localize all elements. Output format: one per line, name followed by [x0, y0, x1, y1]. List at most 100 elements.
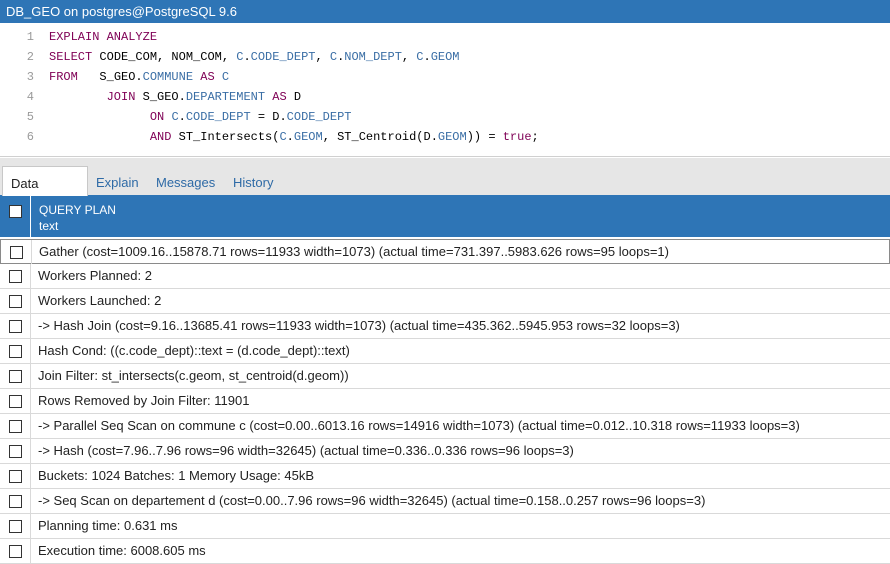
- code-token: DEPARTEMENT: [185, 90, 266, 104]
- code-token: NOM_DEPT: [344, 50, 402, 64]
- query-plan-cell[interactable]: Execution time: 6008.605 ms: [38, 539, 206, 563]
- code-token: AS: [272, 90, 287, 104]
- row-select-cell: [0, 414, 31, 438]
- code-token: ST_Intersects(: [171, 130, 280, 144]
- row-checkbox[interactable]: [10, 246, 23, 259]
- panel-splitter[interactable]: [0, 158, 890, 166]
- code-line: ON C.CODE_DEPT = D.CODE_DEPT: [49, 107, 539, 127]
- code-token: S_GEO.: [135, 90, 186, 104]
- row-checkbox[interactable]: [9, 495, 22, 508]
- row-checkbox[interactable]: [9, 295, 22, 308]
- column-header-type: text: [39, 219, 59, 233]
- code-token: GEOM: [293, 130, 323, 144]
- query-plan-cell[interactable]: Hash Cond: ((c.code_dept)::text = (d.cod…: [38, 339, 350, 363]
- column-header-name[interactable]: QUERY PLAN: [39, 203, 116, 217]
- table-row[interactable]: -> Parallel Seq Scan on commune c (cost=…: [0, 414, 890, 439]
- code-token: CODE_DEPT: [286, 110, 352, 124]
- table-row[interactable]: -> Hash Join (cost=9.16..13685.41 rows=1…: [0, 314, 890, 339]
- code-token: COMMUNE: [142, 70, 194, 84]
- code-token: AS: [200, 70, 215, 84]
- code-token: .: [178, 110, 186, 124]
- row-checkbox[interactable]: [9, 545, 22, 558]
- line-number: 2: [26, 50, 34, 64]
- row-checkbox[interactable]: [9, 520, 22, 533]
- query-plan-cell[interactable]: Planning time: 0.631 ms: [38, 514, 177, 538]
- row-select-cell: [0, 339, 31, 363]
- tab-explain[interactable]: Explain: [96, 166, 139, 196]
- table-row[interactable]: Rows Removed by Join Filter: 11901: [0, 389, 890, 414]
- row-checkbox[interactable]: [9, 470, 22, 483]
- code-token: JOIN: [106, 90, 136, 104]
- table-row[interactable]: -> Hash (cost=7.96..7.96 rows=96 width=3…: [0, 439, 890, 464]
- code-token: = D.: [250, 110, 287, 124]
- row-select-cell: [0, 289, 31, 313]
- code-token: CODE_DEPT: [185, 110, 251, 124]
- line-number: 5: [26, 110, 34, 124]
- query-plan-cell[interactable]: Rows Removed by Join Filter: 11901: [38, 389, 249, 413]
- code-token: ,: [315, 50, 330, 64]
- query-plan-cell[interactable]: -> Parallel Seq Scan on commune c (cost=…: [38, 414, 800, 438]
- row-checkbox[interactable]: [9, 270, 22, 283]
- table-row[interactable]: Workers Planned: 2: [0, 264, 890, 289]
- table-row[interactable]: Execution time: 6008.605 ms: [0, 539, 890, 564]
- query-plan-cell[interactable]: -> Hash (cost=7.96..7.96 rows=96 width=3…: [38, 439, 574, 463]
- code-token: C: [171, 110, 179, 124]
- code-token: true: [502, 130, 532, 144]
- table-row[interactable]: Buckets: 1024 Batches: 1 Memory Usage: 4…: [0, 464, 890, 489]
- line-number: 3: [26, 70, 34, 84]
- query-plan-cell[interactable]: -> Seq Scan on departement d (cost=0.00.…: [38, 489, 705, 513]
- query-plan-cell[interactable]: Gather (cost=1009.16..15878.71 rows=1193…: [39, 240, 669, 264]
- table-row[interactable]: -> Seq Scan on departement d (cost=0.00.…: [0, 489, 890, 514]
- result-tabs: Data Output Explain Messages History: [0, 166, 890, 224]
- tab-messages[interactable]: Messages: [156, 166, 215, 196]
- row-checkbox[interactable]: [9, 345, 22, 358]
- row-checkbox[interactable]: [9, 420, 22, 433]
- code-token: AND: [149, 130, 172, 144]
- query-plan-cell[interactable]: Buckets: 1024 Batches: 1 Memory Usage: 4…: [38, 464, 314, 488]
- row-select-cell: [1, 240, 32, 264]
- row-select-cell: [0, 389, 31, 413]
- code-token: SELECT: [49, 50, 93, 64]
- table-row[interactable]: Workers Launched: 2: [0, 289, 890, 314]
- code-line: JOIN S_GEO.DEPARTEMENT AS D: [49, 87, 539, 107]
- row-checkbox[interactable]: [9, 370, 22, 383]
- table-row[interactable]: Hash Cond: ((c.code_dept)::text = (d.cod…: [0, 339, 890, 364]
- code-token: ON: [149, 110, 165, 124]
- table-row[interactable]: Planning time: 0.631 ms: [0, 514, 890, 539]
- code-token: ;: [531, 130, 539, 144]
- row-select-cell: [0, 439, 31, 463]
- code-line: EXPLAIN ANALYZE: [49, 27, 539, 47]
- query-plan-cell[interactable]: Workers Planned: 2: [38, 264, 152, 288]
- query-plan-cell[interactable]: Workers Launched: 2: [38, 289, 161, 313]
- row-checkbox[interactable]: [9, 445, 22, 458]
- table-row[interactable]: Gather (cost=1009.16..15878.71 rows=1193…: [0, 239, 890, 264]
- code-line: AND ST_Intersects(C.GEOM, ST_Centroid(D.…: [49, 127, 539, 147]
- code-token: GEOM: [430, 50, 460, 64]
- query-plan-cell[interactable]: Join Filter: st_intersects(c.geom, st_ce…: [38, 364, 349, 388]
- tab-history[interactable]: History: [233, 166, 273, 196]
- window-title: DB_GEO on postgres@PostgreSQL 9.6: [0, 0, 890, 23]
- code-token: C: [221, 70, 230, 84]
- row-checkbox[interactable]: [9, 395, 22, 408]
- code-token: C: [329, 50, 338, 64]
- code-token: CODE_COM, NOM_COM,: [92, 50, 237, 64]
- row-select-cell: [0, 489, 31, 513]
- row-select-cell: [0, 314, 31, 338]
- code-token: C: [416, 50, 424, 64]
- row-checkbox[interactable]: [9, 320, 22, 333]
- query-plan-cell[interactable]: -> Hash Join (cost=9.16..13685.41 rows=1…: [38, 314, 680, 338]
- table-row[interactable]: Join Filter: st_intersects(c.geom, st_ce…: [0, 364, 890, 389]
- code-token: GEOM: [437, 130, 467, 144]
- code-token: EXPLAIN ANALYZE: [49, 30, 158, 44]
- line-number: 1: [26, 30, 34, 44]
- row-select-cell: [0, 514, 31, 538]
- sql-code[interactable]: EXPLAIN ANALYZE SELECT CODE_COM, NOM_COM,…: [49, 27, 539, 147]
- select-all-checkbox[interactable]: [9, 205, 22, 218]
- sql-editor[interactable]: 1 2 3 4 5 6 EXPLAIN ANALYZE SELECT CODE_COM, N…: [0, 23, 890, 157]
- tab-data-output[interactable]: Data Output: [2, 166, 88, 224]
- line-number: 4: [26, 90, 34, 104]
- code-token: CODE_DEPT: [250, 50, 316, 64]
